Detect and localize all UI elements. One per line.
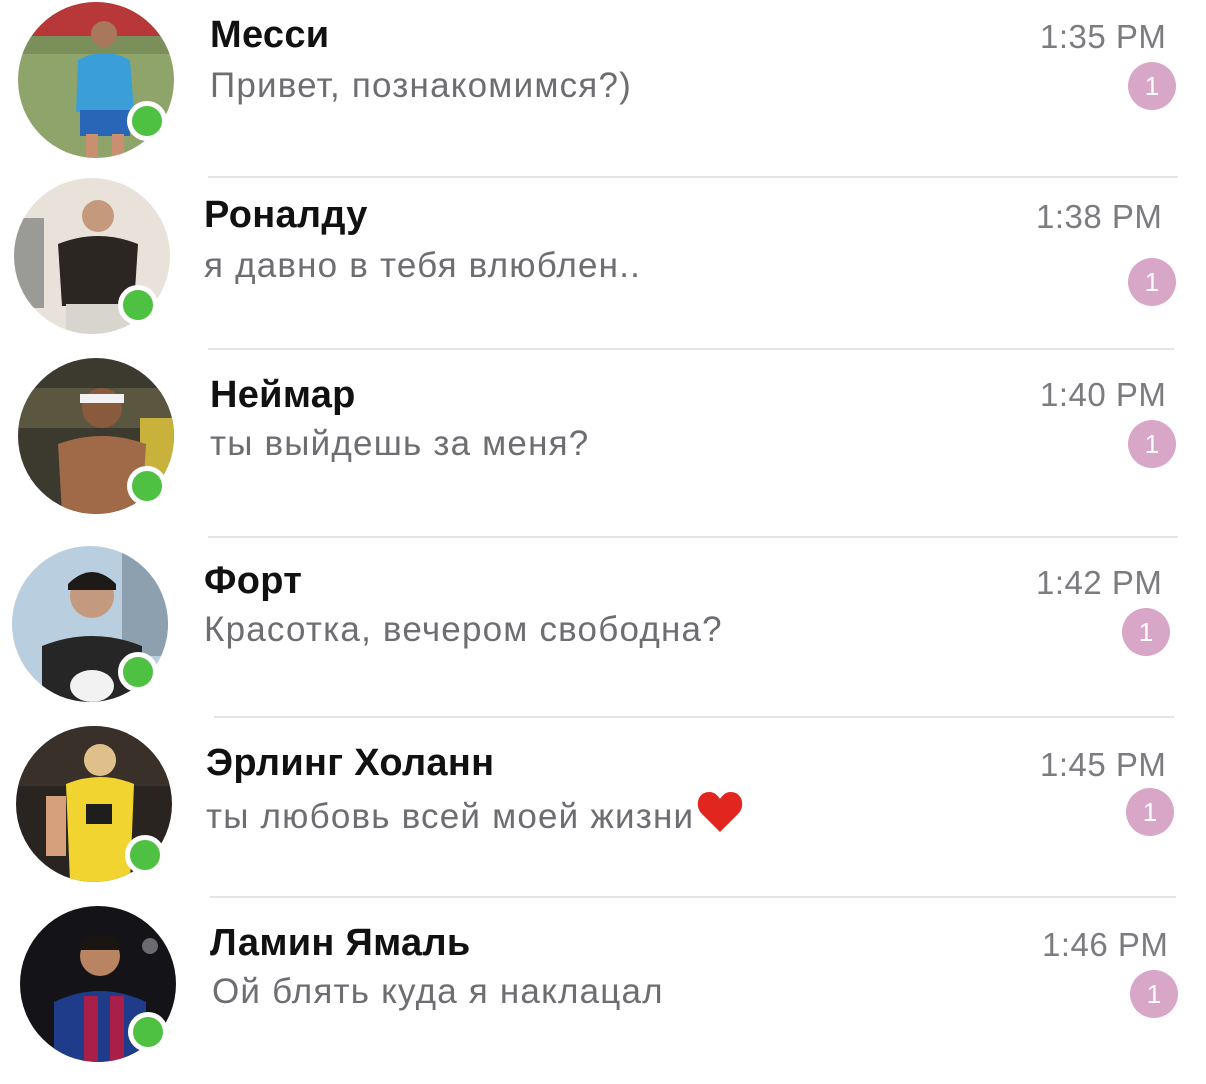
chat-list: Месси Привет, познакомимся?) 1:35 PM 1 Р… bbox=[0, 0, 1206, 1062]
divider bbox=[210, 896, 1176, 898]
message-time: 1:35 PM bbox=[1040, 18, 1167, 55]
heart-icon bbox=[696, 790, 744, 843]
contact-name: Ламин Ямаль bbox=[210, 922, 471, 964]
chat-row-neymar[interactable]: Неймар ты выйдешь за меня? 1:40 PM 1 bbox=[0, 356, 1206, 536]
chat-row-yamal[interactable]: Ламин Ямаль Ой блять куда я наклацал 1:4… bbox=[0, 904, 1206, 1084]
unread-count-badge: 1 bbox=[1130, 970, 1178, 1018]
message-preview: ты любовь всей моей жизни bbox=[206, 790, 744, 843]
message-preview: Ой блять куда я наклацал bbox=[212, 972, 664, 1011]
online-status-indicator bbox=[118, 652, 158, 692]
unread-count-badge: 1 bbox=[1128, 62, 1176, 110]
contact-name: Неймар bbox=[210, 374, 356, 416]
divider bbox=[208, 536, 1178, 538]
online-status-indicator bbox=[118, 285, 158, 325]
online-status-indicator bbox=[128, 1012, 168, 1052]
unread-count-badge: 1 bbox=[1122, 608, 1170, 656]
message-time: 1:42 PM bbox=[1036, 564, 1163, 601]
chat-row-fort[interactable]: Форт Красотка, вечером свободна? 1:42 PM… bbox=[0, 544, 1206, 724]
message-preview: ты выйдешь за меня? bbox=[210, 424, 590, 463]
chat-row-ronaldo[interactable]: Роналду я давно в тебя влюблен.. 1:38 PM… bbox=[0, 178, 1206, 358]
message-time: 1:45 PM bbox=[1040, 746, 1167, 783]
divider bbox=[208, 348, 1174, 350]
divider bbox=[214, 716, 1174, 718]
online-status-indicator bbox=[127, 101, 167, 141]
message-preview: Привет, познакомимся?) bbox=[210, 66, 632, 105]
unread-count-badge: 1 bbox=[1128, 258, 1176, 306]
chat-row-haaland[interactable]: Эрлинг Холанн ты любовь всей моей жизни … bbox=[0, 724, 1206, 904]
message-time: 1:38 PM bbox=[1036, 198, 1163, 235]
chat-row-messi[interactable]: Месси Привет, познакомимся?) 1:35 PM 1 bbox=[0, 0, 1206, 180]
contact-name: Эрлинг Холанн bbox=[206, 742, 495, 784]
message-preview-text: ты любовь всей моей жизни bbox=[206, 797, 695, 836]
message-time: 1:46 PM bbox=[1042, 926, 1169, 963]
online-status-indicator bbox=[127, 466, 167, 506]
online-status-indicator bbox=[125, 835, 165, 875]
contact-name: Месси bbox=[210, 14, 330, 56]
unread-count-badge: 1 bbox=[1128, 420, 1176, 468]
contact-name: Форт bbox=[204, 560, 303, 602]
unread-count-badge: 1 bbox=[1126, 788, 1174, 836]
message-preview: Красотка, вечером свободна? bbox=[204, 610, 723, 649]
message-preview: я давно в тебя влюблен.. bbox=[204, 246, 642, 285]
contact-name: Роналду bbox=[204, 194, 368, 236]
message-time: 1:40 PM bbox=[1040, 376, 1167, 413]
